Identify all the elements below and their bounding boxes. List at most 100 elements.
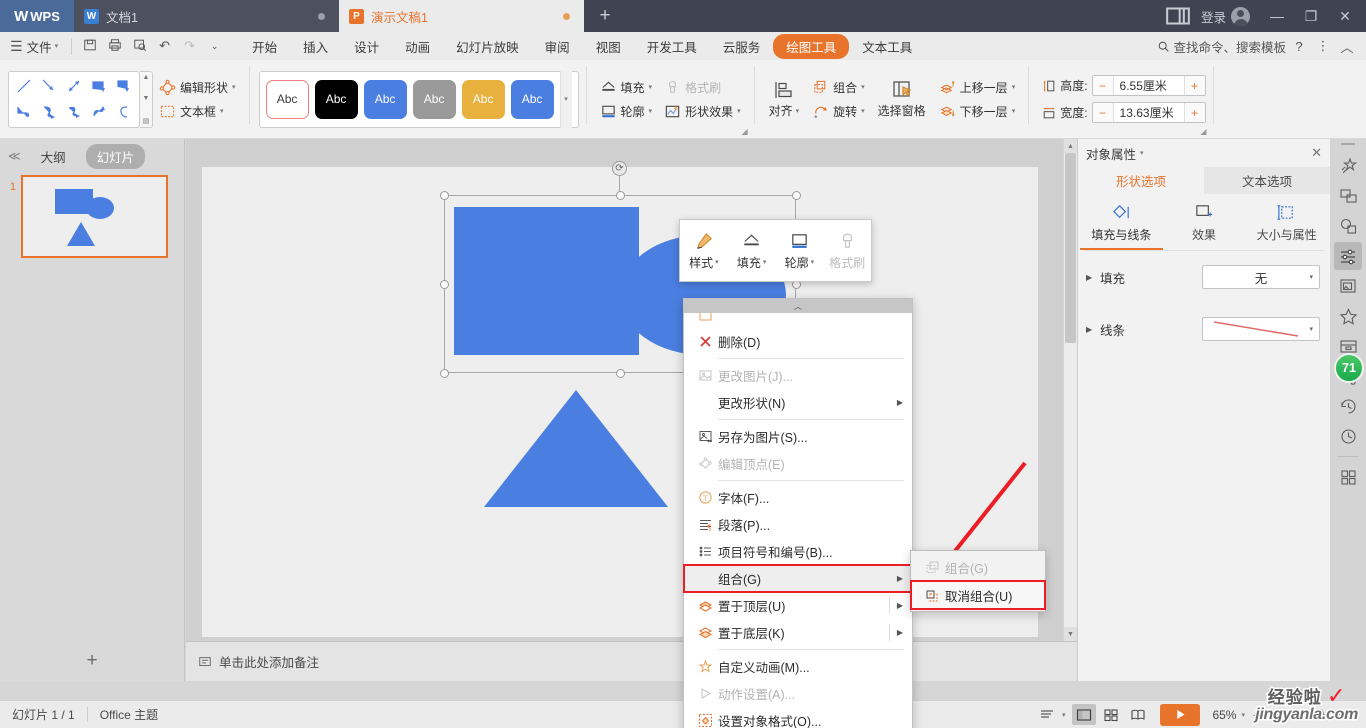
restore-button[interactable]: ❐ xyxy=(1296,0,1326,32)
zoom-track[interactable] xyxy=(1268,709,1340,719)
chevron-down-icon[interactable]: ▾ xyxy=(1062,711,1066,719)
history-icon[interactable] xyxy=(1334,392,1362,420)
group-ribbon-button[interactable]: 组合 ▾ xyxy=(812,79,865,96)
tab-text-tools[interactable]: 文本工具 xyxy=(849,34,925,59)
expand-triangle-icon[interactable]: ▶ xyxy=(1086,325,1100,334)
tab-design[interactable]: 设计 xyxy=(341,34,392,59)
hamburger-icon[interactable]: ☰ xyxy=(0,38,27,55)
mini-style-button[interactable]: 样式 ▾ xyxy=(680,231,728,271)
fill-button[interactable]: 填充 ▾ xyxy=(600,79,652,96)
menu-item-group[interactable]: 组合(G) ▶ xyxy=(683,564,913,593)
notes-pane[interactable]: 单击此处添加备注 xyxy=(186,641,1077,681)
picture-frame-icon[interactable] xyxy=(1334,272,1362,300)
send-backward-button[interactable]: 下移一层 ▾ xyxy=(939,103,1015,120)
shape-s-curve-icon[interactable] xyxy=(87,99,112,125)
shape-elbow2-icon[interactable] xyxy=(11,99,36,125)
close-button[interactable]: ✕ xyxy=(1330,0,1360,32)
wps-logo[interactable]: W WPS xyxy=(0,0,74,32)
menu-item-font[interactable]: T 字体(F)... xyxy=(684,484,912,511)
print-icon[interactable] xyxy=(102,38,127,55)
canvas-vertical-scrollbar[interactable]: ▲ ▼ xyxy=(1063,139,1077,641)
bring-forward-button[interactable]: 上移一层 ▾ xyxy=(939,79,1015,96)
tab-drawing-tools[interactable]: 绘图工具 xyxy=(773,33,850,59)
shape-effect-button[interactable]: 形状效果 ▾ xyxy=(664,103,741,120)
tab-shape-options[interactable]: 形状选项 xyxy=(1078,167,1204,194)
shape-style-swatch[interactable]: Abc xyxy=(412,79,456,119)
shape-curve2-icon[interactable] xyxy=(61,99,86,125)
outline-button[interactable]: 轮廓 ▾ xyxy=(600,103,652,120)
tab-insert[interactable]: 插入 xyxy=(290,34,341,59)
scroll-up-icon[interactable]: ▲ xyxy=(143,74,150,81)
menu-item-save-as-picture[interactable]: 另存为图片(S)... xyxy=(684,423,912,450)
search-command-box[interactable]: 查找命令、搜索模板 xyxy=(1157,37,1286,56)
shape-curve-icon[interactable] xyxy=(36,99,61,125)
shape-style-swatch[interactable]: Abc xyxy=(461,79,505,119)
minimize-button[interactable]: — xyxy=(1262,0,1292,32)
shape-line-icon[interactable] xyxy=(11,74,36,100)
tab-view[interactable]: 视图 xyxy=(583,34,634,59)
shape-elbow-arrow-icon[interactable] xyxy=(112,74,137,100)
section-fill-and-line[interactable]: 填充与线条 xyxy=(1080,202,1163,250)
width-decrease-button[interactable]: − xyxy=(1092,103,1113,122)
selection-handle-bl[interactable] xyxy=(440,369,449,378)
tab-start[interactable]: 开始 xyxy=(239,34,290,59)
text-box-button[interactable]: 文本框 ▾ xyxy=(159,103,236,120)
triangle-shape[interactable] xyxy=(484,390,668,507)
tab-outline[interactable]: 大纲 xyxy=(30,144,77,169)
tab-cloud-service[interactable]: 云服务 xyxy=(710,34,774,59)
start-slideshow-button[interactable] xyxy=(1160,703,1201,726)
width-value[interactable]: 13.63厘米 xyxy=(1112,103,1185,122)
group-expand-icon[interactable]: ◢ xyxy=(741,127,747,136)
shapes-icon[interactable] xyxy=(1334,212,1362,240)
scroll-up-icon[interactable]: ▲ xyxy=(1064,139,1077,153)
style-gallery-more-icon[interactable]: ▾ xyxy=(559,70,572,128)
edit-shape-button[interactable]: 编辑形状 ▾ xyxy=(159,79,236,96)
menu-item-format-object[interactable]: 设置对象格式(O)... xyxy=(684,707,912,728)
chevron-down-icon[interactable]: ▾ xyxy=(1241,711,1245,719)
shape-double-arrow-icon[interactable] xyxy=(61,74,86,100)
close-pane-icon[interactable]: ✕ xyxy=(1311,145,1322,161)
fill-select[interactable]: 无 ▾ xyxy=(1202,265,1320,289)
menu-item-custom-animation[interactable]: 自定义动画(M)... xyxy=(684,653,912,680)
add-slide-button[interactable]: + xyxy=(0,641,184,681)
undo-icon[interactable]: ↶ xyxy=(152,38,177,54)
window-tab-presentation1[interactable]: P 演示文稿1 xyxy=(339,0,584,32)
customize-quick-access-icon[interactable]: ⌄ xyxy=(202,41,227,52)
tab-slides[interactable]: 幻灯片 xyxy=(85,143,146,169)
scroll-down-icon[interactable]: ▼ xyxy=(143,95,150,102)
pane-title-group[interactable]: 对象属性 ▾ xyxy=(1086,144,1144,163)
shape-gallery-scroll[interactable]: ▲ ▼ ▤ xyxy=(140,70,153,128)
backup-icon[interactable] xyxy=(1334,422,1362,450)
menu-item-bullets-numbering[interactable]: 项目符号和编号(B)... xyxy=(684,538,912,565)
tab-developer-tools[interactable]: 开发工具 xyxy=(634,34,710,59)
window-tab-document1[interactable]: W 文档1 xyxy=(74,0,339,32)
reading-view-icon[interactable] xyxy=(1126,704,1150,725)
selection-handle-tl[interactable] xyxy=(440,191,449,200)
selection-handle-ml[interactable] xyxy=(440,280,449,289)
shape-gallery[interactable] xyxy=(8,70,140,128)
split-view-icon[interactable] xyxy=(1163,0,1193,32)
section-size-and-properties[interactable]: 大小与属性 xyxy=(1245,202,1328,250)
tab-text-options[interactable]: 文本选项 xyxy=(1204,167,1330,194)
shape-arc-icon[interactable] xyxy=(112,99,137,125)
selection-handle-bc[interactable] xyxy=(616,369,625,378)
scrollbar-thumb[interactable] xyxy=(1065,153,1076,343)
align-button[interactable]: 对齐 ▾ xyxy=(762,79,807,119)
menu-item-bring-to-front[interactable]: 置于顶层(U) ▶ xyxy=(684,592,912,619)
selection-pane-button[interactable]: 选择窗格 xyxy=(871,79,933,119)
file-menu-button[interactable]: 文件 ▾ xyxy=(27,37,67,56)
zoom-out-button[interactable]: — xyxy=(1252,707,1268,722)
animation-star-icon[interactable] xyxy=(1334,152,1362,180)
object-properties-icon[interactable] xyxy=(1334,242,1362,270)
new-tab-button[interactable]: + xyxy=(584,0,626,32)
shape-style-swatch[interactable]: Abc xyxy=(363,79,407,119)
tab-review[interactable]: 审阅 xyxy=(532,34,583,59)
scroll-down-icon[interactable]: ▼ xyxy=(1064,627,1077,641)
shape-style-swatch[interactable]: Abc xyxy=(510,79,554,119)
width-increase-button[interactable]: + xyxy=(1184,103,1205,122)
shape-arrow-icon[interactable] xyxy=(36,74,61,100)
shape-elbow-connector-icon[interactable] xyxy=(87,74,112,100)
submenu-item-ungroup[interactable]: 取消组合(U) xyxy=(910,580,1046,610)
width-stepper[interactable]: − 13.63厘米 + xyxy=(1091,102,1206,123)
mini-fill-button[interactable]: 填充 ▾ xyxy=(728,231,776,271)
